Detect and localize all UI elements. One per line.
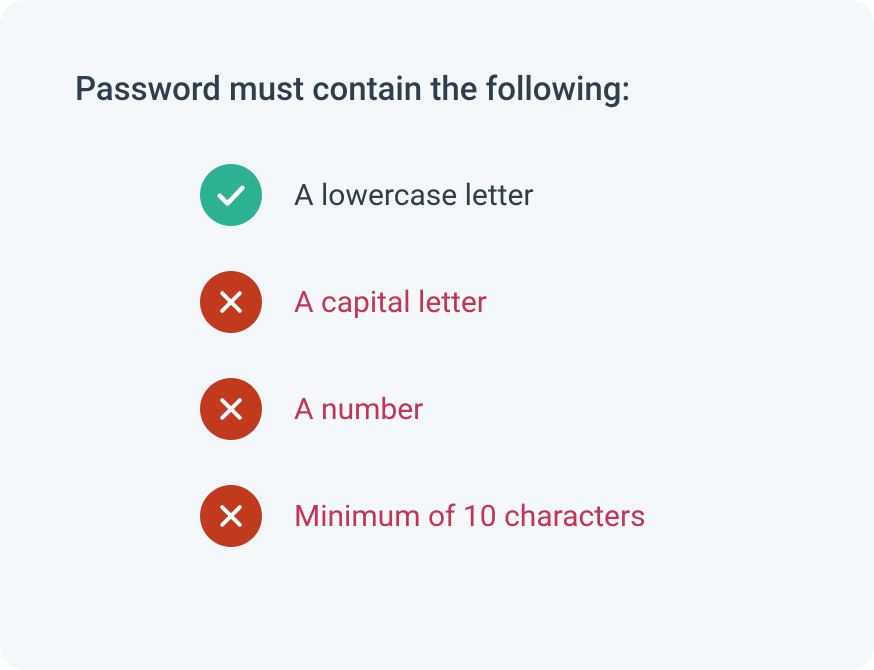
requirements-list: A lowercase letter A capital letter A nu… bbox=[75, 164, 799, 547]
requirement-label: Minimum of 10 characters bbox=[294, 499, 646, 534]
requirement-label: A number bbox=[294, 392, 423, 427]
cross-icon bbox=[200, 378, 262, 440]
requirement-label: A capital letter bbox=[294, 285, 487, 320]
cross-icon bbox=[200, 271, 262, 333]
password-requirements-card: Password must contain the following: A l… bbox=[0, 0, 874, 670]
check-icon bbox=[200, 164, 262, 226]
requirement-lowercase: A lowercase letter bbox=[200, 164, 799, 226]
requirement-label: A lowercase letter bbox=[294, 178, 534, 213]
requirement-number: A number bbox=[200, 378, 799, 440]
cross-icon bbox=[200, 485, 262, 547]
requirement-capital: A capital letter bbox=[200, 271, 799, 333]
requirements-title: Password must contain the following: bbox=[75, 70, 799, 109]
requirement-length: Minimum of 10 characters bbox=[200, 485, 799, 547]
